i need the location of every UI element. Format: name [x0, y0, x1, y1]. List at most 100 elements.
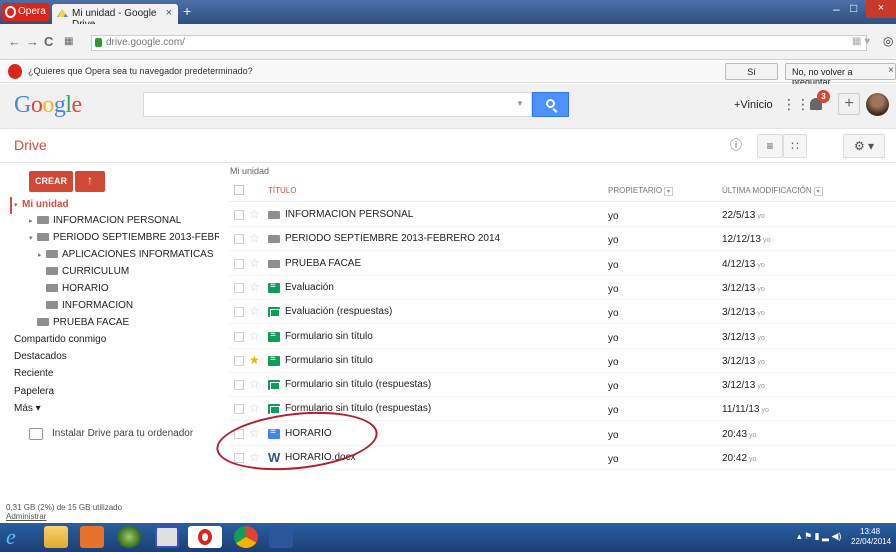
back-arrow-icon[interactable]: ← [8, 34, 21, 49]
search-options-chevron-icon[interactable]: ▼ [516, 99, 524, 108]
tab-close-icon[interactable]: × [166, 7, 172, 19]
expand-arrow-icon[interactable]: ▸ [29, 217, 37, 225]
settings-gear-icon[interactable]: ⚙ ▾ [843, 134, 885, 158]
table-row[interactable]: ☆Evaluaciónyo3/12/13yo [228, 276, 896, 300]
row-checkbox[interactable] [234, 380, 244, 391]
sidebar-folder-horario[interactable]: HORARIO [46, 283, 109, 294]
row-checkbox[interactable] [234, 331, 244, 342]
info-icon[interactable]: ⓘ [724, 134, 748, 158]
star-icon[interactable]: ☆ [249, 280, 260, 294]
opera-menu-button[interactable]: Opera [2, 3, 50, 21]
file-explorer-icon[interactable] [44, 526, 68, 548]
table-row[interactable]: ☆ PRUEBA FACAE yo 4/12/13 yo [228, 252, 896, 276]
sort-chevron-icon[interactable]: ▾ [813, 187, 823, 196]
sidebar-item-recent[interactable]: Reciente [14, 368, 53, 379]
star-icon[interactable]: ☆ [249, 377, 260, 391]
install-drive-link[interactable]: Instalar Drive para tu ordenador [52, 428, 193, 439]
sidebar-item-mi-unidad[interactable]: ▾ Mi unidad [14, 199, 69, 210]
sidebar-item-shared[interactable]: Compartido conmigo [14, 334, 106, 345]
browser-tab[interactable]: Mi unidad - Google Drive × [52, 4, 178, 30]
page-info-icon[interactable]: ◎ [883, 34, 893, 48]
file-name[interactable]: Evaluación [285, 282, 334, 293]
row-checkbox[interactable] [234, 404, 244, 415]
window-close-button[interactable]: × [866, 0, 896, 18]
column-owner[interactable]: PROPIETARIO ▾ [608, 186, 674, 196]
dont-ask-button[interactable]: No, no volver a preguntar [785, 63, 896, 87]
table-row[interactable]: ☆ Evaluación (respuestas) yo 3/12/13 yo [228, 300, 896, 325]
breadcrumb[interactable]: Mi unidad [230, 166, 269, 176]
avatar[interactable] [866, 93, 889, 116]
office-app-icon[interactable] [80, 526, 104, 548]
row-checkbox[interactable] [234, 210, 244, 220]
file-name[interactable]: PERIODO SEPTIEMBRE 2013-FEBRERO 2014 [285, 233, 500, 244]
star-icon[interactable]: ☆ [249, 256, 260, 270]
clock-time[interactable]: 13:48 [860, 527, 880, 536]
notification-close-icon[interactable]: × [888, 65, 894, 76]
drive-title[interactable]: Drive [14, 137, 47, 153]
select-all-checkbox[interactable] [234, 185, 244, 195]
system-tray-icons[interactable]: ▴ ⚑ ▮ ▂ ◀) [797, 531, 841, 542]
search-input[interactable] [143, 92, 532, 117]
row-checkbox[interactable] [234, 234, 244, 245]
collapse-arrow-icon[interactable]: ▾ [29, 234, 37, 242]
minimize-button[interactable]: – [833, 2, 840, 16]
row-checkbox[interactable] [234, 282, 244, 293]
reload-icon[interactable]: C [44, 34, 53, 49]
media-app-icon[interactable] [117, 526, 141, 548]
star-icon[interactable]: ☆ [249, 231, 260, 245]
grid-view-icon[interactable]: ∷ [783, 134, 807, 158]
row-checkbox[interactable] [234, 355, 244, 366]
column-title[interactable]: TÍTULO [268, 186, 296, 195]
google-plus-link[interactable]: +Vinicio [734, 99, 773, 111]
sidebar-item-starred[interactable]: Destacados [14, 351, 67, 362]
sidebar-folder-informacion-personal[interactable]: ▸ INFORMACION PERSONAL [29, 215, 181, 226]
create-button[interactable]: CREAR [29, 171, 73, 192]
upload-button[interactable]: ↑ [75, 171, 105, 192]
row-checkbox[interactable] [234, 258, 244, 269]
star-icon[interactable]: ★ [249, 353, 260, 367]
yes-button[interactable]: Sí [725, 63, 778, 80]
sidebar-item-trash[interactable]: Papelera [14, 386, 54, 397]
file-name[interactable]: INFORMACION PERSONAL [285, 209, 413, 220]
star-icon[interactable]: ☆ [249, 401, 260, 415]
table-row[interactable]: ☆ PERIODO SEPTIEMBRE 2013-FEBRERO 2014 yo 1… [228, 227, 896, 252]
forward-arrow-icon[interactable]: → [26, 34, 39, 49]
clock-date[interactable]: 22/04/2014 [851, 537, 891, 546]
table-row[interactable]: ★Formulario sin títuloyo3/12/13yo [228, 349, 896, 373]
opera-taskbar-icon[interactable] [188, 526, 222, 548]
manage-storage-link[interactable]: Administrar [6, 512, 46, 521]
search-button[interactable] [532, 92, 569, 117]
star-icon[interactable]: ☆ [249, 329, 260, 343]
sort-chevron-icon[interactable]: ▾ [664, 187, 674, 196]
install-drive-icon[interactable] [29, 428, 43, 440]
speed-dial-icon[interactable]: ▦ [64, 36, 73, 47]
url-field[interactable]: drive.google.com/ [91, 35, 867, 51]
google-logo[interactable]: Google [14, 92, 82, 119]
file-name[interactable]: Formulario sin título [285, 355, 373, 366]
sidebar-folder-periodo[interactable]: ▾ PERIODO SEPTIEMBRE 2013-FEBRERO 2 [29, 232, 219, 243]
file-name[interactable]: Formulario sin título (respuestas) [285, 379, 431, 390]
sidebar-folder-aplicaciones[interactable]: ▸ APLICACIONES INFORMATICAS [38, 249, 214, 260]
chrome-icon[interactable] [234, 526, 258, 548]
file-name[interactable]: Formulario sin título [285, 331, 373, 342]
ie-icon[interactable]: e [6, 526, 36, 548]
outlook-icon[interactable] [155, 526, 179, 548]
sidebar-folder-prueba-facae[interactable]: PRUEBA FACAE [37, 317, 129, 328]
expand-arrow-icon[interactable]: ▸ [38, 251, 46, 259]
heart-bookmark-icon[interactable]: ▦ ♥ [852, 36, 870, 47]
table-row[interactable]: ☆ INFORMACION PERSONAL yo 22/5/13 yo [228, 203, 896, 227]
file-name[interactable]: Evaluación (respuestas) [285, 306, 392, 317]
row-checkbox[interactable] [234, 307, 244, 318]
table-row[interactable]: ☆Formulario sin títuloyo3/12/13yo [228, 325, 896, 349]
star-icon[interactable]: ☆ [249, 207, 260, 221]
list-view-icon[interactable]: ≡ [757, 134, 783, 158]
file-name[interactable]: PRUEBA FACAE [285, 258, 361, 269]
sidebar-item-more[interactable]: Más ▾ [14, 403, 41, 414]
table-row[interactable]: ☆ Formulario sin título (respuestas) yo 3/1… [228, 373, 896, 398]
word-taskbar-icon[interactable] [269, 526, 293, 548]
star-icon[interactable]: ☆ [249, 304, 260, 318]
column-modified[interactable]: ÚLTIMA MODIFICACIÓN ▾ [722, 186, 823, 196]
share-plus-button[interactable]: + [838, 93, 860, 115]
sidebar-folder-curriculum[interactable]: CURRICULUM [46, 266, 129, 277]
maximize-button[interactable]: □ [850, 1, 857, 15]
